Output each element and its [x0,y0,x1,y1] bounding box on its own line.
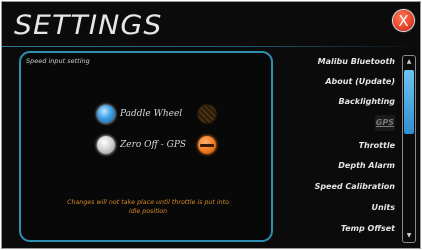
scrollbar-thumb[interactable] [404,70,414,134]
panel-label: Speed input setting [26,57,90,65]
menu-item-temp-offset[interactable]: Temp Offset [341,221,395,237]
idle-notice: Changes will not take place until thrott… [67,199,229,215]
menu-item-gps[interactable]: GPS [374,115,395,131]
page-title: SETTINGS [14,10,163,41]
settings-menu: Malibu Bluetooth About (Update) Backligh… [294,50,399,246]
menu-item-backlighting[interactable]: Backlighting [339,94,395,110]
menu-item-throttle[interactable]: Throttle [359,138,395,154]
menu-item-depth-alarm[interactable]: Depth Alarm [338,158,395,174]
option-label-zero-off-gps: Zero Off - GPS [120,140,187,150]
menu-scrollbar[interactable]: ▲ ▼ [402,55,416,243]
option-paddle-wheel[interactable]: Paddle Wheel [97,105,182,123]
menu-item-malibu-bluetooth[interactable]: Malibu Bluetooth [318,54,395,70]
speed-input-panel: Speed input setting Paddle Wheel Zero Of… [19,51,273,242]
menu-item-speed-calibration[interactable]: Speed Calibration [315,179,395,195]
menu-item-about-update[interactable]: About (Update) [325,74,395,90]
gps-indicator-icon [198,136,216,154]
option-zero-off-gps[interactable]: Zero Off - GPS [97,136,186,154]
chevron-down-icon[interactable]: ▼ [403,231,415,241]
settings-screen: SETTINGS X Speed input setting Paddle Wh… [1,1,421,249]
option-label-paddle-wheel: Paddle Wheel [120,109,183,119]
close-button[interactable]: X [393,10,414,31]
chevron-up-icon[interactable]: ▲ [403,57,415,67]
paddle-wheel-indicator-icon [198,105,216,123]
title-divider [2,46,420,47]
menu-item-units[interactable]: Units [371,200,395,216]
close-icon: X [398,11,409,30]
radio-button-zero-off-gps[interactable] [97,136,115,154]
radio-button-paddle-wheel[interactable] [97,105,115,123]
